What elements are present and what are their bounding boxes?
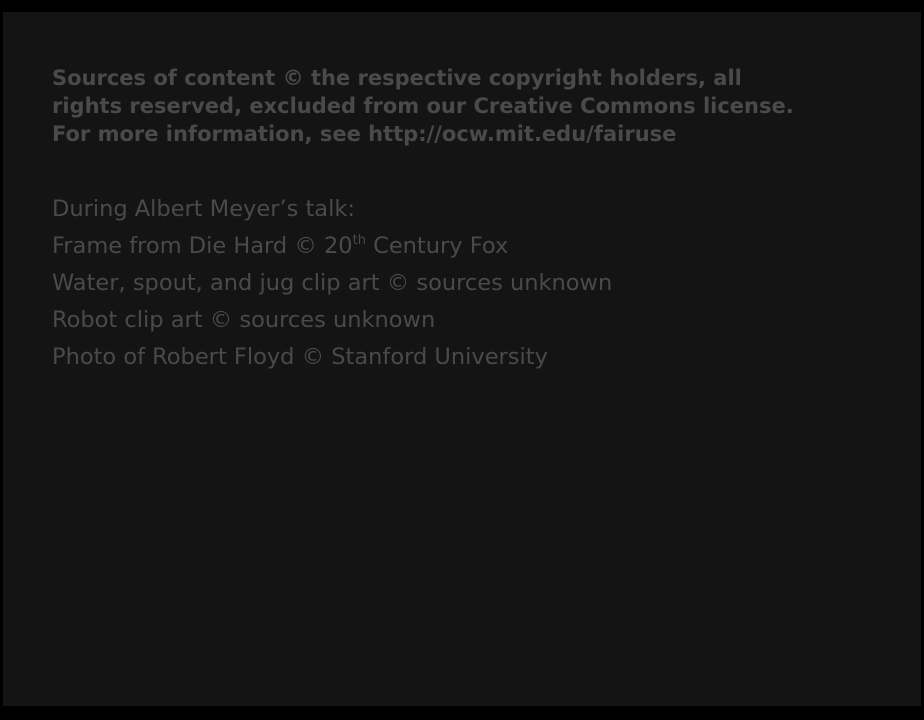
copyright-notice: Sources of content © the respective copy… — [52, 64, 892, 148]
credit-robot: Robot clip art © sources unknown — [52, 307, 436, 333]
video-frame: Sources of content © the respective copy… — [0, 0, 924, 720]
notice-line-3: For more information, see http://ocw.mit… — [52, 122, 677, 146]
credit-die-hard-prefix: Frame from Die Hard © 20 — [52, 233, 353, 259]
credit-die-hard-suffix: Century Fox — [365, 233, 509, 259]
credits-heading: During Albert Meyer’s talk: — [52, 196, 355, 222]
notice-line-2: rights reserved, excluded from our Creat… — [52, 94, 794, 118]
credit-die-hard: Frame from Die Hard © 20th Century Fox — [52, 228, 892, 265]
credits-list: During Albert Meyer’s talk: Frame from D… — [52, 191, 892, 376]
credit-floyd: Photo of Robert Floyd © Stanford Univers… — [52, 344, 548, 370]
credit-die-hard-superscript: th — [352, 233, 366, 248]
notice-line-1: Sources of content © the respective copy… — [52, 66, 742, 90]
credit-water-jug: Water, spout, and jug clip art © sources… — [52, 270, 613, 296]
